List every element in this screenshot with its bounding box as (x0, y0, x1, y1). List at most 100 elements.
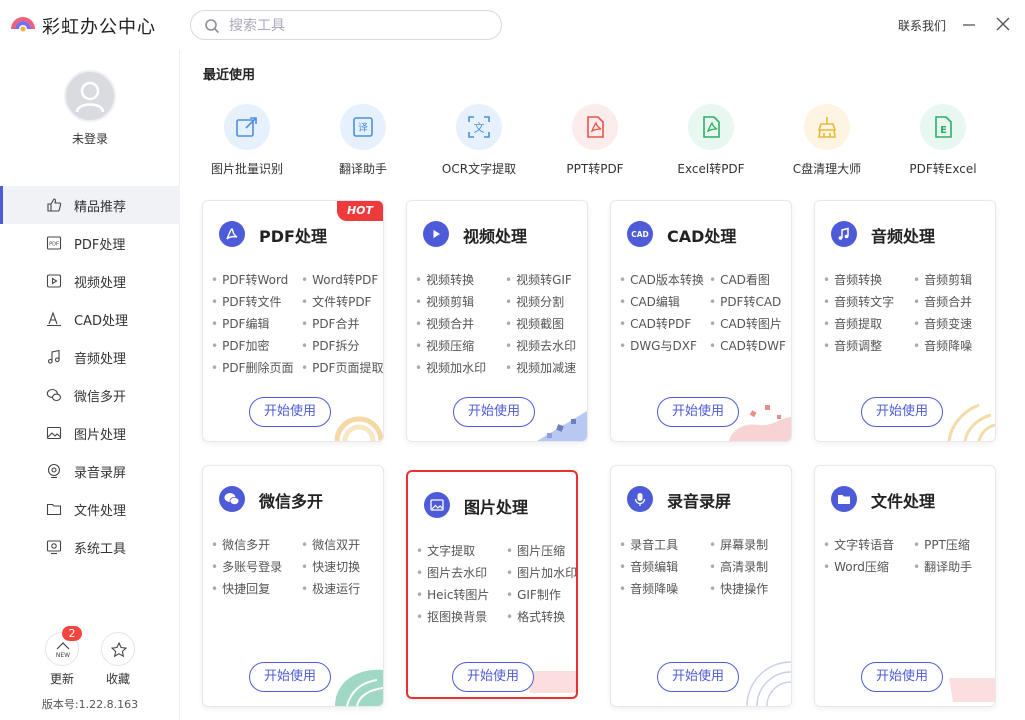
card-video[interactable]: 视频处理 视频转换 视频转GIF 视频剪辑 视频分割 视频合并 视频截图 视频压… (406, 200, 588, 442)
feature-item[interactable]: 音频转换 (823, 271, 882, 288)
recent-tool-image-batch-ocr[interactable]: 图片批量识别 (189, 102, 305, 177)
feature-item[interactable]: 视频压缩 (415, 337, 474, 354)
recent-tool-disk-cleaner[interactable]: C盘清理大师 (769, 102, 885, 177)
feature-item[interactable]: 多账号登录 (211, 558, 282, 575)
start-button[interactable]: 开始使用 (249, 397, 331, 427)
start-button[interactable]: 开始使用 (453, 397, 535, 427)
feature-item[interactable]: CAD看图 (709, 271, 770, 288)
feature-item[interactable]: 翻译助手 (913, 558, 972, 575)
feature-item[interactable]: 微信双开 (301, 536, 360, 553)
minimize-icon[interactable] (958, 13, 980, 35)
sidebar-item-cad[interactable]: CAD处理 (0, 300, 180, 338)
start-button[interactable]: 开始使用 (657, 662, 739, 692)
feature-item[interactable]: PDF转Word (211, 271, 288, 288)
feature-item[interactable]: CAD版本转换 (619, 271, 704, 288)
recent-tool-excel-to-pdf[interactable]: Excel转PDF (653, 102, 769, 177)
feature-item[interactable]: 视频截图 (505, 315, 564, 332)
feature-item[interactable]: PDF拆分 (301, 337, 359, 354)
card-image[interactable]: 图片处理 文字提取 图片压缩 图片去水印 图片加水印 Heic转图片 GIF制作… (406, 470, 578, 699)
card-recording[interactable]: 录音录屏 录音工具 屏幕录制 音频编辑 高清录制 音频降噪 快捷操作 开始使用 (610, 465, 792, 707)
sidebar-item-video[interactable]: 视频处理 (0, 262, 180, 300)
feature-item[interactable]: Heic转图片 (416, 586, 489, 603)
feature-item[interactable]: PDF页面提取 (301, 359, 383, 376)
feature-item[interactable]: PDF删除页面 (211, 359, 293, 376)
feature-item[interactable]: 音频降噪 (913, 337, 972, 354)
recent-tool-pdf-to-excel[interactable]: E PDF转Excel (885, 102, 1001, 177)
feature-item[interactable]: 极速运行 (301, 580, 360, 597)
card-cad[interactable]: CAD CAD处理 CAD版本转换 CAD看图 CAD编辑 PDF转CAD CA… (610, 200, 792, 442)
feature-item[interactable]: PDF编辑 (211, 315, 269, 332)
feature-item[interactable]: PPT压缩 (913, 536, 970, 553)
feature-item[interactable]: 音频降噪 (619, 580, 678, 597)
feature-item[interactable]: 视频剪辑 (415, 293, 474, 310)
feature-item[interactable]: PDF转文件 (211, 293, 281, 310)
recent-tool-ocr[interactable]: 文 OCR文字提取 (421, 102, 537, 177)
feature-item[interactable]: 视频去水印 (505, 337, 576, 354)
sidebar-item-recommended[interactable]: 精品推荐 (0, 186, 180, 224)
card-audio[interactable]: 音频处理 音频转换 音频剪辑 音频转文字 音频合并 音频提取 音频变速 音频调整… (814, 200, 996, 442)
feature-item[interactable]: 视频加减速 (505, 359, 576, 376)
search-input[interactable] (229, 16, 489, 36)
feature-item[interactable]: PDF转CAD (709, 293, 781, 310)
login-status[interactable]: 未登录 (0, 130, 180, 147)
feature-item[interactable]: 格式转换 (506, 608, 565, 625)
sidebar-item-file[interactable]: 文件处理 (0, 490, 180, 528)
sidebar-item-wechat[interactable]: 微信多开 (0, 376, 180, 414)
feature-item[interactable]: PDF加密 (211, 337, 269, 354)
feature-item[interactable]: 录音工具 (619, 536, 678, 553)
feature-item[interactable]: 图片去水印 (416, 564, 487, 581)
feature-item[interactable]: 音频剪辑 (913, 271, 972, 288)
feature-item[interactable]: 高清录制 (709, 558, 768, 575)
feature-item[interactable]: 音频变速 (913, 315, 972, 332)
feature-item[interactable]: 视频转GIF (505, 271, 572, 288)
feature-item[interactable]: 图片压缩 (506, 542, 565, 559)
sidebar-item-record[interactable]: 录音录屏 (0, 452, 180, 490)
close-icon[interactable] (992, 13, 1014, 35)
feature-item[interactable]: 音频转文字 (823, 293, 894, 310)
card-pdf[interactable]: HOT PDF处理 PDF转Word Word转PDF PDF转文件 文件转PD… (202, 200, 384, 442)
feature-item[interactable]: Word转PDF (301, 271, 378, 288)
feature-item[interactable]: 视频合并 (415, 315, 474, 332)
feature-item[interactable]: Word压缩 (823, 558, 889, 575)
start-button[interactable]: 开始使用 (861, 662, 943, 692)
feature-item[interactable]: 音频合并 (913, 293, 972, 310)
search-box[interactable] (190, 10, 502, 40)
start-button[interactable]: 开始使用 (861, 397, 943, 427)
recent-tool-translate[interactable]: 译 翻译助手 (305, 102, 421, 177)
sidebar-item-audio[interactable]: 音频处理 (0, 338, 180, 376)
feature-item[interactable]: 文件转PDF (301, 293, 371, 310)
feature-item[interactable]: 屏幕录制 (709, 536, 768, 553)
feature-item[interactable]: 文字提取 (416, 542, 475, 559)
feature-item[interactable]: 图片加水印 (506, 564, 576, 581)
feature-item[interactable]: PDF合并 (301, 315, 359, 332)
start-button[interactable]: 开始使用 (249, 662, 331, 692)
card-wechat[interactable]: 微信多开 微信多开 微信双开 多账号登录 快速切换 快捷回复 极速运行 开始使用 (202, 465, 384, 707)
feature-item[interactable]: 音频调整 (823, 337, 882, 354)
sidebar-item-image[interactable]: 图片处理 (0, 414, 180, 452)
feature-item[interactable]: 快捷回复 (211, 580, 270, 597)
feature-item[interactable]: 快速切换 (301, 558, 360, 575)
feature-item[interactable]: 文字转语音 (823, 536, 894, 553)
avatar[interactable] (64, 70, 116, 122)
feature-item[interactable]: 快捷操作 (709, 580, 768, 597)
favorite-button[interactable]: 收藏 (98, 632, 138, 687)
recent-tool-ppt-to-pdf[interactable]: PPT转PDF (537, 102, 653, 177)
contact-us-link[interactable]: 联系我们 (898, 17, 946, 34)
feature-item[interactable]: 视频转换 (415, 271, 474, 288)
sidebar-item-pdf[interactable]: PDF PDF处理 (0, 224, 180, 262)
feature-item[interactable]: 视频加水印 (415, 359, 486, 376)
sidebar-item-system[interactable]: 系统工具 (0, 528, 180, 566)
feature-item[interactable]: 微信多开 (211, 536, 270, 553)
start-button[interactable]: 开始使用 (452, 662, 534, 692)
start-button[interactable]: 开始使用 (657, 397, 739, 427)
feature-item[interactable]: CAD转PDF (619, 315, 691, 332)
feature-item[interactable]: CAD转DWF (709, 337, 786, 354)
feature-item[interactable]: CAD编辑 (619, 293, 680, 310)
feature-item[interactable]: 音频编辑 (619, 558, 678, 575)
feature-item[interactable]: 音频提取 (823, 315, 882, 332)
feature-item[interactable]: GIF制作 (506, 586, 561, 603)
feature-item[interactable]: 视频分割 (505, 293, 564, 310)
card-file[interactable]: 文件处理 文字转语音 PPT压缩 Word压缩 翻译助手 开始使用 (814, 465, 996, 707)
feature-item[interactable]: CAD转图片 (709, 315, 782, 332)
feature-item[interactable]: 抠图换背景 (416, 608, 487, 625)
